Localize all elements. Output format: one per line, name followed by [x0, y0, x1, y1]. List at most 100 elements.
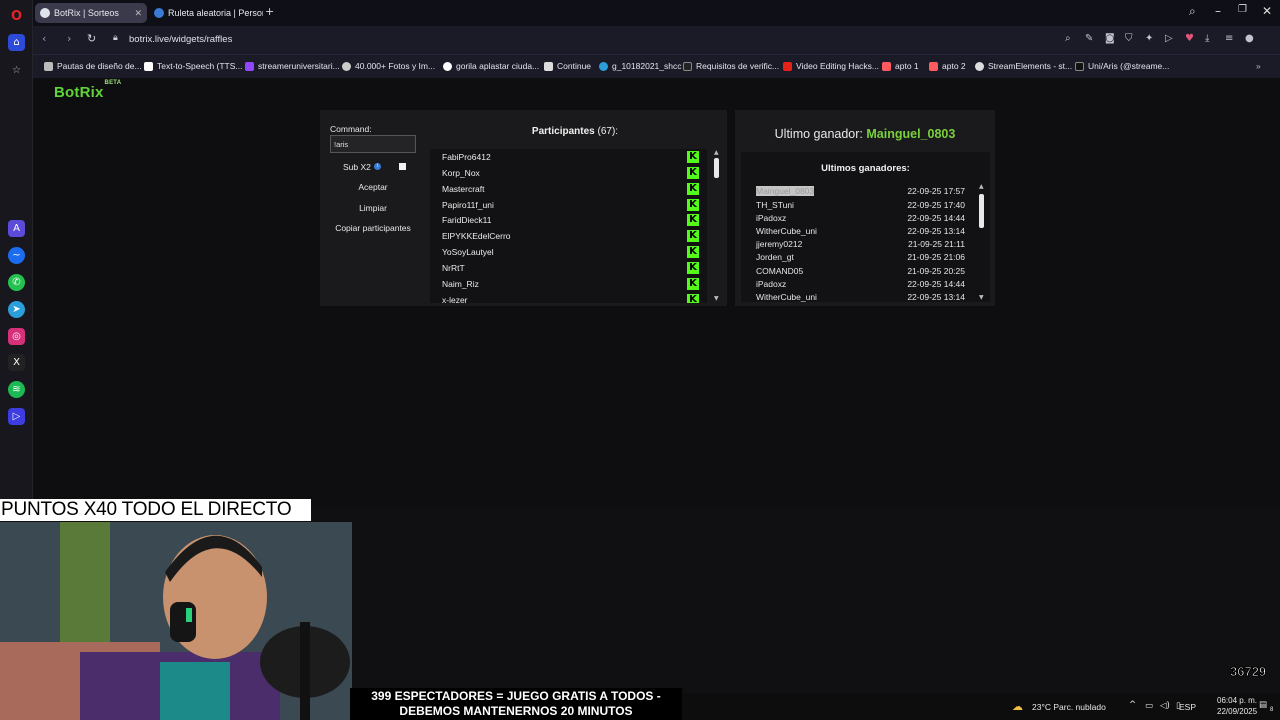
bookmark-item[interactable]: Text-to-Speech (TTS...: [144, 61, 243, 71]
messenger-icon[interactable]: ~: [8, 247, 25, 264]
info-icon[interactable]: i: [374, 163, 381, 170]
volume-icon[interactable]: ◁): [1160, 701, 1170, 711]
scroll-up-icon[interactable]: ▲: [714, 149, 719, 156]
copy-participants-button[interactable]: Copiar participantes: [330, 223, 416, 233]
clear-button[interactable]: Limpiar: [330, 203, 416, 213]
participant-row: Korp_Nox K: [430, 165, 707, 181]
bookmark-label: Requisitos de verific...: [696, 61, 780, 71]
instagram-icon[interactable]: ◎: [8, 328, 25, 345]
download-icon[interactable]: ⤓: [1205, 33, 1209, 44]
bookmark-item[interactable]: Pautas de diseño de...: [44, 61, 142, 71]
tab-bar: BotRix | Sorteos ✕ Ruleta aleatoria | Pe…: [33, 0, 1280, 26]
winner-row[interactable]: Jorden_gt 21-09-25 21:06: [756, 252, 971, 265]
tab-botrix[interactable]: BotRix | Sorteos ✕: [35, 3, 147, 23]
lock-icon: 🔒︎: [113, 33, 118, 43]
winner-row[interactable]: iPadoxz 22-09-25 14:44: [756, 279, 971, 292]
home-icon[interactable]: ⌂: [8, 34, 25, 51]
x-twitter-icon[interactable]: X: [8, 354, 25, 371]
bookmark-label: Text-to-Speech (TTS...: [157, 61, 243, 71]
tab-label: BotRix | Sorteos: [54, 8, 119, 18]
reload-icon[interactable]: ↻: [87, 32, 96, 45]
menu-icon[interactable]: ≡: [1225, 33, 1233, 44]
search-tabs-icon[interactable]: ⌕: [1189, 4, 1196, 19]
participant-row: FaridDieck11 K: [430, 212, 707, 228]
bookmark-item[interactable]: 40.000+ Fotos y Im...: [342, 61, 435, 71]
heart-icon[interactable]: ♥: [1185, 33, 1194, 44]
bookmark-item[interactable]: Video Editing Hacks...: [783, 61, 879, 71]
whatsapp-icon[interactable]: ✆: [8, 274, 25, 291]
back-icon[interactable]: ‹: [42, 32, 46, 45]
bookmark-item[interactable]: gorila aplastar ciuda...: [443, 61, 539, 71]
aria-icon[interactable]: A: [8, 220, 25, 237]
winner-row[interactable]: WitherCube_uni 22-09-25 13:14: [756, 226, 971, 239]
bookmark-item[interactable]: streameruniversitari...: [245, 61, 340, 71]
notification-icon[interactable]: ▤: [1259, 700, 1267, 710]
maximize-icon[interactable]: ❐: [1238, 4, 1247, 15]
close-tab-icon[interactable]: ✕: [134, 8, 142, 19]
camera-icon[interactable]: ◙: [1105, 33, 1115, 44]
clock-time[interactable]: 06:04 p. m.: [1217, 696, 1257, 705]
address-bar: ‹ › ↻ 🔒︎ botrix.live/widgets/raffles ⌕ ✎…: [33, 26, 1280, 54]
bookmark-label: 40.000+ Fotos y Im...: [355, 61, 436, 71]
viewers-goal-banner: 399 ESPECTADORES = JUEGO GRATIS A TODOS …: [350, 688, 682, 720]
botrix-logo[interactable]: BotRixBETA: [54, 80, 121, 101]
kick-icon: K: [687, 183, 699, 195]
winner-row[interactable]: TH_STuni 22-09-25 17:40: [756, 200, 971, 213]
doc-icon: [44, 61, 53, 71]
scrollbar-thumb[interactable]: [979, 194, 984, 228]
bookmarks-star-icon[interactable]: ☆: [8, 62, 25, 79]
scrollbar-thumb[interactable]: [714, 158, 719, 178]
new-tab-icon[interactable]: +: [265, 5, 274, 18]
winner-row[interactable]: Mainguel_0803 22-09-25 17:57: [756, 186, 971, 199]
command-input[interactable]: [330, 135, 416, 153]
winner-name: iPadoxz: [756, 279, 787, 289]
bookmark-item[interactable]: g_10182021_shcc: [599, 61, 681, 71]
edit-icon[interactable]: ✎: [1085, 33, 1093, 44]
bookmark-item[interactable]: Uni/Aris (@streame...: [1075, 61, 1169, 71]
winner-row[interactable]: jjeremy0212 21-09-25 21:11: [756, 239, 971, 252]
google-icon: [443, 61, 452, 71]
more-bookmarks-icon[interactable]: »: [1256, 61, 1261, 71]
participant-name: x-lezer: [442, 295, 468, 303]
participants-list[interactable]: FabiPro6412 K Korp_Nox K Mastercraft K Papi…: [430, 149, 707, 303]
viewers-line-2: DEBEMOS MANTENERNOS 20 MINUTOS: [399, 704, 633, 718]
forward-icon[interactable]: ›: [67, 32, 71, 45]
participant-row: FabiPro6412 K: [430, 149, 707, 165]
spotify-icon[interactable]: ≋: [8, 381, 25, 398]
scroll-up-icon[interactable]: ▲: [979, 183, 984, 190]
scroll-down-icon[interactable]: ▼: [714, 295, 719, 302]
search-icon[interactable]: ⌕: [1065, 33, 1071, 44]
sub-x2-checkbox[interactable]: [399, 163, 406, 170]
botrix-favicon-icon: [40, 8, 50, 18]
telegram-icon[interactable]: ➤: [8, 301, 25, 318]
extension-icon[interactable]: ✦: [1145, 33, 1153, 44]
tab-ruleta[interactable]: Ruleta aleatoria | Personal: [149, 3, 263, 23]
minimize-icon[interactable]: –: [1215, 4, 1221, 18]
bookmark-item[interactable]: Requisitos de verific...: [683, 61, 779, 71]
participants-scrollbar[interactable]: ▲ ▼: [713, 149, 720, 302]
language-indicator[interactable]: ESP: [1179, 702, 1196, 712]
url-field[interactable]: botrix.live/widgets/raffles: [129, 34, 232, 45]
close-window-icon[interactable]: ✕: [1262, 4, 1272, 18]
bookmark-item[interactable]: apto 1: [882, 61, 919, 71]
bookmark-item[interactable]: Continue: [544, 61, 591, 71]
participants-title: Participantes (67):: [430, 126, 720, 137]
play-icon[interactable]: ▷: [1165, 33, 1173, 44]
shield-icon[interactable]: ⛉: [1125, 33, 1133, 44]
kick-icon: K: [687, 151, 699, 163]
opera-logo-icon[interactable]: O: [8, 8, 25, 25]
bookmark-item[interactable]: apto 2: [929, 61, 966, 71]
profile-icon[interactable]: ●: [1245, 33, 1254, 44]
winner-row[interactable]: COMAND05 21-09-25 20:25: [756, 266, 971, 279]
tray-chevron-icon[interactable]: ^: [1129, 700, 1136, 710]
scroll-down-icon[interactable]: ▼: [979, 294, 984, 301]
winner-row[interactable]: WitherCube_uni 22-09-25 13:14: [756, 292, 971, 302]
winner-row[interactable]: iPadoxz 22-09-25 14:44: [756, 213, 971, 226]
bookmark-item[interactable]: StreamElements - st...: [975, 61, 1072, 71]
player-icon[interactable]: ▷: [8, 408, 25, 425]
network-icon[interactable]: ▭: [1145, 701, 1153, 711]
clock-date[interactable]: 22/09/2025: [1217, 707, 1257, 716]
weather-text[interactable]: 23°C Parc. nublado: [1032, 702, 1106, 712]
winners-scrollbar[interactable]: ▲ ▼: [978, 183, 985, 301]
accept-button[interactable]: Aceptar: [330, 182, 416, 192]
